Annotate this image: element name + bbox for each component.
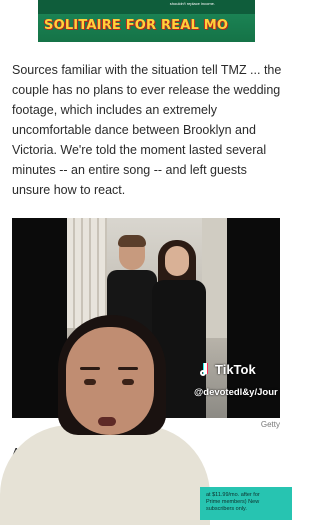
creator-right-brow xyxy=(118,367,138,370)
creator-mouth xyxy=(98,417,116,426)
creator-hoodie xyxy=(0,425,210,525)
article-paragraph: Sources familiar with the situation tell… xyxy=(12,63,282,197)
creator-right-eye xyxy=(122,379,134,385)
video-creator-overlay xyxy=(0,305,210,525)
ad-disclaimer: shouldn't replace income. xyxy=(38,0,255,14)
ad-headline[interactable]: SOLITAIRE FOR REAL MO xyxy=(44,18,228,33)
man-hair xyxy=(118,235,146,247)
photo-credit: Getty xyxy=(260,420,280,429)
woman-face xyxy=(165,246,189,276)
ad-banner[interactable]: shouldn't replace income. SOLITAIRE FOR … xyxy=(38,0,255,42)
promo-ad-text[interactable]: at $11.99/mo. after for Prime members) N… xyxy=(206,492,266,513)
creator-left-eye xyxy=(84,379,96,385)
creator-left-brow xyxy=(80,367,100,370)
tiktok-label: TikTok xyxy=(215,362,256,377)
